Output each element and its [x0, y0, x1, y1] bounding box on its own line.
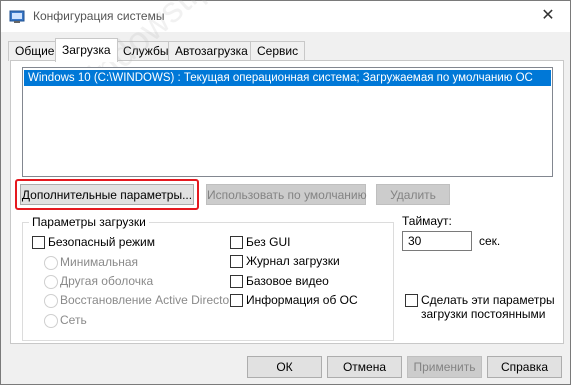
cancel-button[interactable]: Отмена	[327, 356, 402, 378]
safe-boot-checkbox[interactable]	[32, 236, 45, 249]
network-radio[interactable]	[44, 314, 58, 328]
tab-tools[interactable]: Сервис	[250, 41, 306, 61]
make-permanent-checkbox[interactable]	[405, 294, 418, 307]
tab-general[interactable]: Общие	[8, 41, 62, 61]
delete-button[interactable]: Удалить	[376, 184, 450, 205]
title-bar: Конфигурация системы ✕	[1, 1, 570, 32]
os-list-item[interactable]: Windows 10 (C:\WINDOWS) : Текущая операц…	[24, 70, 551, 86]
safe-boot-label: Безопасный режим	[48, 235, 155, 249]
tab-startup[interactable]: Автозагрузка	[168, 41, 255, 61]
boot-options-title: Параметры загрузки	[29, 215, 149, 229]
boot-log-checkbox[interactable]	[230, 255, 243, 268]
window-title: Конфигурация системы	[33, 9, 165, 23]
no-gui-checkbox[interactable]	[230, 236, 243, 249]
timeout-input[interactable]: 30	[402, 231, 472, 251]
ad-repair-radio[interactable]	[44, 294, 58, 308]
base-video-checkbox[interactable]	[230, 275, 243, 288]
timeout-unit: сек.	[479, 234, 501, 248]
set-default-button[interactable]: Использовать по умолчанию	[206, 184, 367, 205]
boot-log-label: Журнал загрузки	[246, 254, 340, 268]
base-video-label: Базовое видео	[246, 274, 329, 288]
alt-shell-label: Другая оболочка	[60, 274, 154, 288]
system-config-window: Конфигурация системы ✕ Общие Загрузка Сл…	[0, 0, 571, 385]
close-icon[interactable]: ✕	[538, 7, 558, 25]
no-gui-label: Без GUI	[246, 235, 291, 249]
help-button[interactable]: Справка	[487, 356, 562, 378]
apply-button[interactable]: Применить	[407, 356, 482, 378]
os-info-label: Информация об ОС	[246, 293, 358, 307]
minimal-label: Минимальная	[60, 255, 139, 269]
ad-repair-label: Восстановление Active Directory	[60, 293, 240, 307]
alt-shell-radio[interactable]	[44, 275, 58, 289]
tab-boot[interactable]: Загрузка	[55, 38, 118, 62]
make-permanent-label-line1: Сделать эти параметры	[421, 293, 555, 307]
minimal-radio[interactable]	[44, 256, 58, 270]
tab-services[interactable]: Службы	[116, 41, 176, 61]
network-label: Сеть	[60, 313, 87, 327]
ok-button[interactable]: ОК	[247, 356, 322, 378]
msconfig-app-icon	[9, 10, 25, 23]
advanced-options-button[interactable]: Дополнительные параметры...	[20, 184, 194, 205]
os-list[interactable]: Windows 10 (C:\WINDOWS) : Текущая операц…	[22, 67, 553, 177]
make-permanent-label-line2: загрузки постоянными	[421, 307, 546, 321]
timeout-label: Таймаут:	[402, 214, 452, 228]
os-info-checkbox[interactable]	[230, 294, 243, 307]
